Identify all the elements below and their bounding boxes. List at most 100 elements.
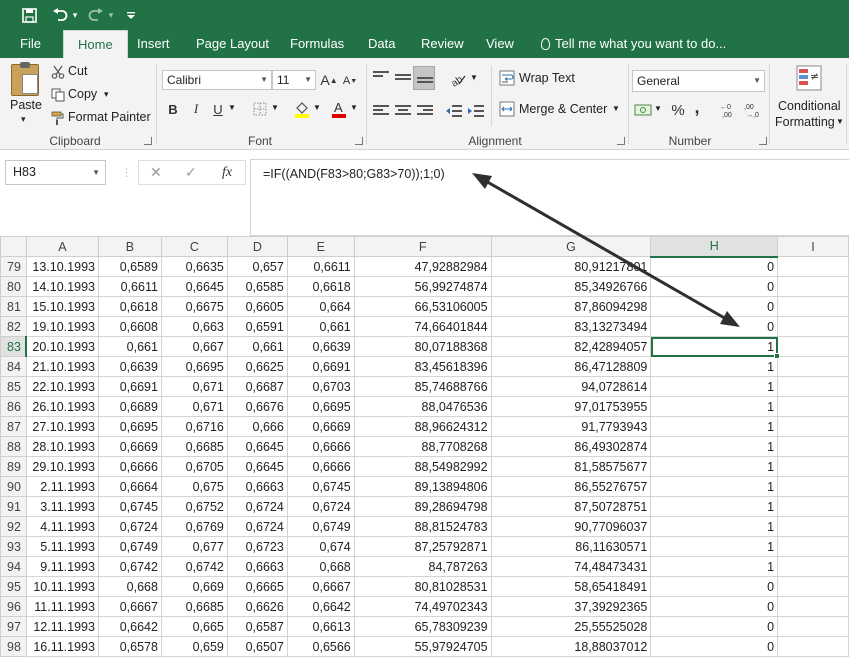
- cell-b[interactable]: 0,6742: [97, 556, 162, 577]
- row-header[interactable]: 83: [0, 336, 28, 357]
- cell-g[interactable]: 86,11630571: [490, 536, 652, 557]
- cell-i[interactable]: [777, 496, 849, 517]
- cell-e[interactable]: 0,6691: [286, 356, 355, 377]
- cell-d[interactable]: 0,6605: [226, 296, 288, 317]
- cell-d[interactable]: 0,6676: [226, 396, 288, 417]
- tab-view[interactable]: View: [486, 30, 514, 58]
- row-header[interactable]: 90: [0, 476, 27, 497]
- cell-d[interactable]: 0,6645: [226, 456, 288, 477]
- align-left-icon[interactable]: [373, 105, 389, 117]
- cell-i[interactable]: [777, 416, 849, 437]
- row-header[interactable]: 87: [0, 416, 27, 437]
- cell-f[interactable]: 89,13894806: [353, 476, 492, 497]
- cell-g[interactable]: 37,39292365: [490, 596, 652, 617]
- cell-i[interactable]: [777, 636, 849, 657]
- fill-color-dropdown-icon[interactable]: ▼: [313, 103, 321, 112]
- cell-a[interactable]: 20.10.1993: [25, 336, 99, 357]
- row-header[interactable]: 91: [0, 496, 27, 517]
- cell-g[interactable]: 91,7793943: [490, 416, 652, 437]
- active-cell[interactable]: 1: [650, 336, 779, 357]
- cell-c[interactable]: 0,6635: [160, 256, 228, 277]
- cell-f[interactable]: 89,28694798: [353, 496, 492, 517]
- cell-c[interactable]: 0,667: [160, 336, 228, 357]
- cell-h[interactable]: 1: [650, 396, 779, 417]
- cell-b[interactable]: 0,6642: [97, 616, 162, 637]
- cell-i[interactable]: [777, 276, 849, 297]
- tab-page-layout[interactable]: Page Layout: [196, 30, 269, 58]
- cell-a[interactable]: 11.11.1993: [25, 596, 99, 617]
- cell-g[interactable]: 94,0728614: [490, 376, 652, 397]
- merge-dropdown-icon[interactable]: ▼: [612, 104, 620, 113]
- cell-e[interactable]: 0,668: [286, 556, 355, 577]
- column-header-e[interactable]: E: [286, 236, 355, 257]
- cell-c[interactable]: 0,6685: [160, 436, 228, 457]
- cell-d[interactable]: 0,6645: [226, 436, 288, 457]
- cell-d[interactable]: 0,6724: [226, 496, 288, 517]
- cell-e[interactable]: 0,6666: [286, 436, 355, 457]
- font-size-select[interactable]: 11 ▼: [272, 70, 316, 90]
- cell-b[interactable]: 0,6666: [97, 456, 162, 477]
- column-header-i[interactable]: I: [777, 236, 849, 257]
- cell-b[interactable]: 0,6691: [97, 376, 162, 397]
- cell-f[interactable]: 84,787263: [353, 556, 492, 577]
- cell-b[interactable]: 0,668: [97, 576, 162, 597]
- cell-f[interactable]: 55,97924705: [353, 636, 492, 657]
- cell-e[interactable]: 0,6566: [286, 636, 355, 657]
- cell-h[interactable]: 1: [650, 556, 779, 577]
- borders-dropdown-icon[interactable]: ▼: [271, 103, 279, 112]
- cell-i[interactable]: [777, 536, 849, 557]
- percent-style-button[interactable]: %: [669, 100, 687, 120]
- cell-e[interactable]: 0,6618: [286, 276, 355, 297]
- cell-f[interactable]: 85,74688766: [353, 376, 492, 397]
- cell-e[interactable]: 0,664: [286, 296, 355, 317]
- cell-g[interactable]: 86,55276757: [490, 476, 652, 497]
- cell-d[interactable]: 0,6687: [226, 376, 288, 397]
- cell-f[interactable]: 74,66401844: [353, 316, 492, 337]
- cell-i[interactable]: [777, 616, 849, 637]
- cell-h[interactable]: 1: [650, 496, 779, 517]
- cell-b[interactable]: 0,6724: [97, 516, 162, 537]
- cell-g[interactable]: 85,34926766: [490, 276, 652, 297]
- cell-f[interactable]: 65,78309239: [353, 616, 492, 637]
- cell-f[interactable]: 88,7708268: [353, 436, 492, 457]
- font-color-icon[interactable]: A: [330, 100, 348, 118]
- cell-g[interactable]: 80,91217801: [490, 256, 652, 277]
- cell-a[interactable]: 10.11.1993: [25, 576, 99, 597]
- cell-b[interactable]: 0,6611: [97, 276, 162, 297]
- cell-a[interactable]: 21.10.1993: [25, 356, 99, 377]
- cell-b[interactable]: 0,6578: [97, 636, 162, 657]
- cell-e[interactable]: 0,6639: [286, 336, 355, 357]
- cell-i[interactable]: [777, 556, 849, 577]
- cell-a[interactable]: 2.11.1993: [25, 476, 99, 497]
- row-header[interactable]: 92: [0, 516, 27, 537]
- cell-a[interactable]: 16.11.1993: [25, 636, 99, 657]
- cell-h[interactable]: 1: [650, 516, 779, 537]
- column-header-c[interactable]: C: [160, 236, 228, 257]
- cell-f[interactable]: 83,45618396: [353, 356, 492, 377]
- row-header[interactable]: 81: [0, 296, 27, 317]
- cell-d[interactable]: 0,6663: [226, 556, 288, 577]
- cell-b[interactable]: 0,661: [97, 336, 162, 357]
- cell-i[interactable]: [777, 436, 849, 457]
- cell-a[interactable]: 13.10.1993: [25, 256, 99, 277]
- cell-a[interactable]: 19.10.1993: [25, 316, 99, 337]
- cell-c[interactable]: 0,6645: [160, 276, 228, 297]
- cell-e[interactable]: 0,6611: [286, 256, 355, 277]
- cell-g[interactable]: 58,65418491: [490, 576, 652, 597]
- row-header[interactable]: 88: [0, 436, 27, 457]
- increase-indent-icon[interactable]: [466, 102, 486, 120]
- cell-i[interactable]: [777, 256, 849, 277]
- cell-c[interactable]: 0,6742: [160, 556, 228, 577]
- tab-insert[interactable]: Insert: [137, 30, 170, 58]
- fill-handle[interactable]: [773, 352, 780, 359]
- cell-g[interactable]: 74,48473431: [490, 556, 652, 577]
- cell-a[interactable]: 27.10.1993: [25, 416, 99, 437]
- alignment-launcher-icon[interactable]: [617, 137, 625, 145]
- accounting-dropdown-icon[interactable]: ▼: [654, 104, 662, 113]
- cell-a[interactable]: 26.10.1993: [25, 396, 99, 417]
- cell-f[interactable]: 87,25792871: [353, 536, 492, 557]
- cell-h[interactable]: 1: [650, 456, 779, 477]
- cell-i[interactable]: [777, 356, 849, 377]
- cancel-button[interactable]: ✕: [150, 161, 162, 184]
- cell-i[interactable]: [777, 516, 849, 537]
